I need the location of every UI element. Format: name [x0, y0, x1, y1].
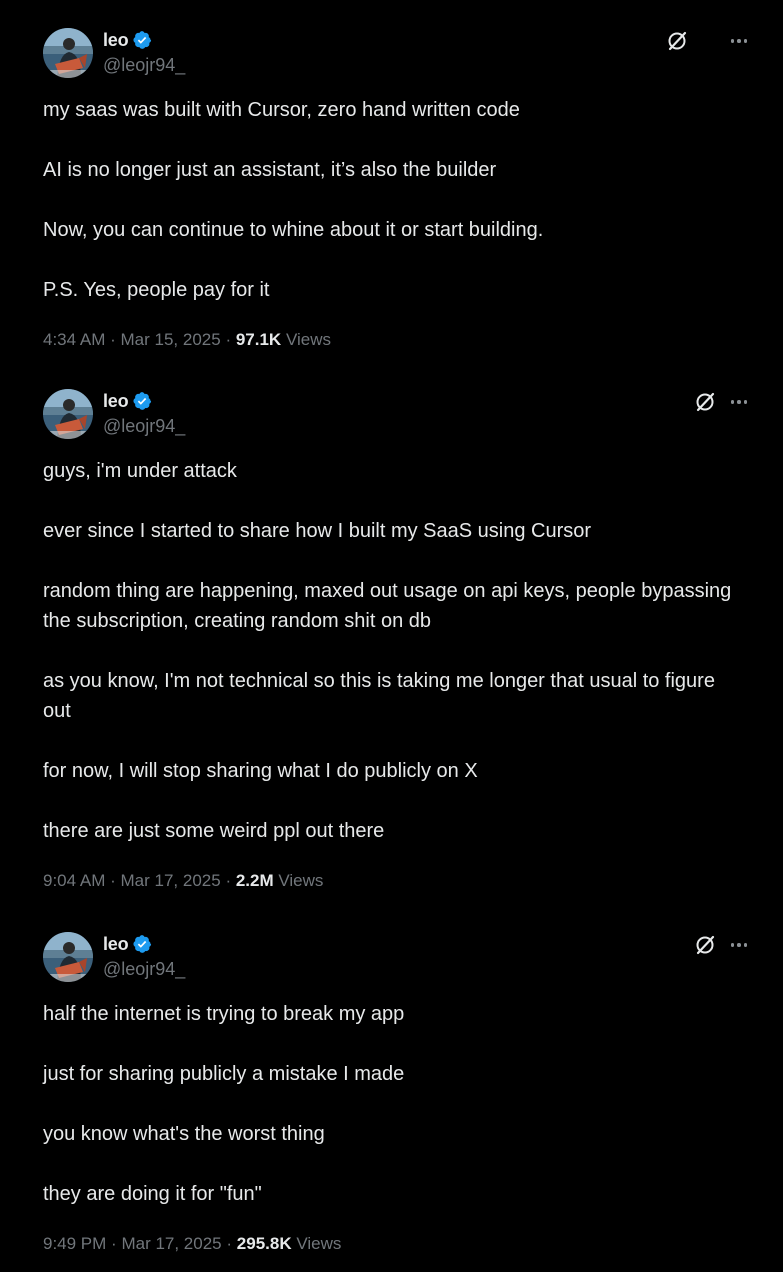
- meta-separator: ·: [110, 871, 116, 890]
- more-icon[interactable]: [727, 390, 751, 414]
- meta-separator: ·: [110, 330, 116, 349]
- tweet-time[interactable]: 4:34 AM: [43, 330, 105, 349]
- author-name[interactable]: leo: [103, 30, 129, 51]
- verified-badge-icon[interactable]: [132, 391, 152, 411]
- author-row: leo: [103, 28, 152, 52]
- grok-icon[interactable]: [666, 30, 688, 52]
- views-label: Views: [278, 871, 324, 890]
- tweet-paragraph: ever since I started to share how I buil…: [43, 520, 592, 542]
- tweet-2[interactable]: leo @leojr94_ guys, i'm under attack eve…: [0, 370, 783, 910]
- tweet-text: half the internet is trying to break my …: [43, 999, 743, 1209]
- tweet-paragraph: my saas was built with Cursor, zero hand…: [43, 99, 520, 121]
- tweet-paragraph: as you know, I'm not technical so this i…: [43, 670, 721, 722]
- views-count[interactable]: 295.8K: [237, 1234, 292, 1253]
- tweet-paragraph: AI is no longer just an assistant, it’s …: [43, 159, 497, 181]
- author-handle[interactable]: @leojr94_: [103, 959, 185, 980]
- meta-separator: ·: [225, 871, 232, 890]
- tweet-date[interactable]: Mar 17, 2025: [121, 871, 221, 890]
- verified-badge-icon[interactable]: [132, 30, 152, 50]
- views-count[interactable]: 2.2M: [236, 871, 274, 890]
- tweet-meta: 4:34 AM · Mar 15, 2025 · 97.1K Views: [43, 330, 331, 350]
- tweet-3[interactable]: leo @leojr94_ half the internet is tryin…: [0, 910, 783, 1272]
- tweet-time[interactable]: 9:49 PM: [43, 1234, 106, 1253]
- views-label: Views: [285, 330, 331, 349]
- tweet-paragraph: for now, I will stop sharing what I do p…: [43, 760, 478, 782]
- tweet-paragraph: half the internet is trying to break my …: [43, 1003, 405, 1025]
- grok-icon[interactable]: [694, 934, 716, 956]
- author-row: leo: [103, 389, 152, 413]
- verified-badge-icon[interactable]: [132, 934, 152, 954]
- more-icon[interactable]: [727, 933, 751, 957]
- author-row: leo: [103, 932, 152, 956]
- views-label: Views: [296, 1234, 342, 1253]
- views-count[interactable]: 97.1K: [236, 330, 281, 349]
- tweet-1[interactable]: leo @leojr94_ my saas was built with Cur…: [0, 0, 783, 370]
- avatar[interactable]: [43, 932, 93, 982]
- author-handle[interactable]: @leojr94_: [103, 55, 185, 76]
- tweet-paragraph: you know what's the worst thing: [43, 1123, 325, 1145]
- tweet-paragraph: P.S. Yes, people pay for it: [43, 279, 270, 301]
- tweet-text: guys, i'm under attack ever since I star…: [43, 456, 743, 846]
- author-handle[interactable]: @leojr94_: [103, 416, 185, 437]
- more-icon[interactable]: [727, 29, 751, 53]
- tweet-date[interactable]: Mar 17, 2025: [121, 1234, 221, 1253]
- author-name[interactable]: leo: [103, 934, 129, 955]
- tweet-paragraph: they are doing it for "fun": [43, 1183, 262, 1205]
- tweet-time[interactable]: 9:04 AM: [43, 871, 105, 890]
- tweet-text: my saas was built with Cursor, zero hand…: [43, 95, 743, 305]
- meta-separator: ·: [226, 1234, 233, 1253]
- tweet-paragraph: random thing are happening, maxed out us…: [43, 580, 737, 632]
- author-name[interactable]: leo: [103, 391, 129, 412]
- tweet-paragraph: there are just some weird ppl out there: [43, 820, 385, 842]
- tweet-paragraph: guys, i'm under attack: [43, 460, 237, 482]
- meta-separator: ·: [225, 330, 232, 349]
- avatar[interactable]: [43, 28, 93, 78]
- avatar[interactable]: [43, 389, 93, 439]
- tweet-paragraph: just for sharing publicly a mistake I ma…: [43, 1063, 405, 1085]
- tweet-meta: 9:49 PM · Mar 17, 2025 · 295.8K Views: [43, 1234, 341, 1254]
- grok-icon[interactable]: [694, 391, 716, 413]
- tweet-paragraph: Now, you can continue to whine about it …: [43, 219, 544, 241]
- tweet-date[interactable]: Mar 15, 2025: [121, 330, 221, 349]
- meta-separator: ·: [111, 1234, 117, 1253]
- tweet-meta: 9:04 AM · Mar 17, 2025 · 2.2M Views: [43, 871, 323, 891]
